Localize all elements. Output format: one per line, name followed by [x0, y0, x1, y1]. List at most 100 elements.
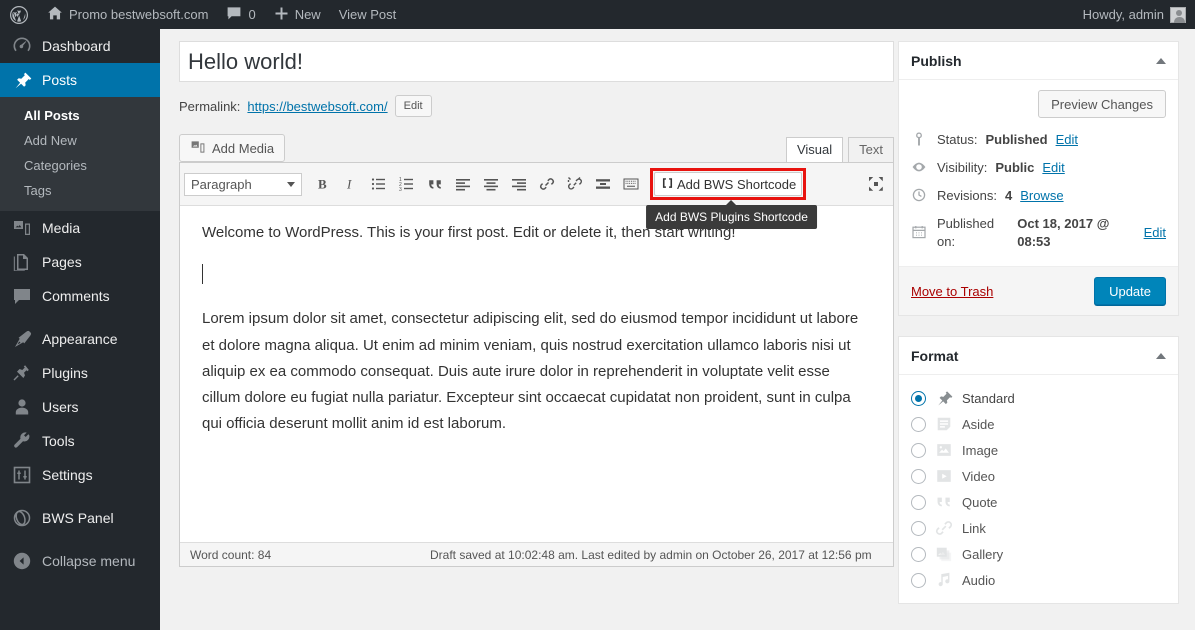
distraction-free-icon[interactable] — [863, 172, 889, 196]
italic-icon[interactable]: I — [338, 172, 364, 196]
sidebar-item-label: Tools — [42, 433, 75, 449]
radio-aside[interactable] — [911, 416, 926, 432]
publish-metabox-title: Publish — [911, 52, 962, 69]
sidebar-item-users[interactable]: Users — [0, 390, 160, 424]
publish-status-row: Status: Published Edit — [911, 126, 1166, 154]
sidebar-item-settings[interactable]: Settings — [0, 458, 160, 492]
format-label-image: Image — [962, 442, 999, 458]
sidebar-item-label: Media — [42, 220, 81, 236]
format-option-quote[interactable]: Quote — [911, 489, 1166, 515]
video-icon — [935, 467, 953, 485]
radio-image[interactable] — [911, 442, 926, 458]
radio-gallery[interactable] — [911, 546, 926, 562]
radio-audio[interactable] — [911, 572, 926, 588]
collapse-menu-label: Collapse menu — [42, 553, 136, 569]
comments-menu[interactable]: 0 — [217, 0, 264, 29]
paragraph-format-select[interactable]: Paragraph — [184, 172, 302, 196]
sidebar-item-all-posts[interactable]: All Posts — [0, 103, 160, 128]
sidebar-item-dashboard[interactable]: Dashboard — [0, 29, 160, 63]
format-option-gallery[interactable]: Gallery — [911, 541, 1166, 567]
edit-status-link[interactable]: Edit — [1056, 131, 1078, 149]
permalink-url-link[interactable]: https://bestwebsoft.com/ — [247, 99, 387, 114]
publish-metabox-body: Preview Changes Status: Published Edit V… — [899, 80, 1178, 266]
sidebar-item-pages[interactable]: Pages — [0, 245, 160, 279]
collapse-menu-button[interactable]: Collapse menu — [0, 544, 160, 578]
align-right-icon[interactable] — [506, 172, 532, 196]
radio-link[interactable] — [911, 520, 926, 536]
gallery-icon — [935, 545, 953, 563]
view-post-label: View Post — [338, 7, 397, 22]
edit-visibility-link[interactable]: Edit — [1042, 159, 1064, 177]
toolbar-toggle-icon[interactable] — [618, 172, 644, 196]
chevron-up-icon[interactable] — [1156, 352, 1166, 359]
site-name-menu[interactable]: Promo bestwebsoft.com — [38, 0, 217, 29]
insert-link-icon[interactable] — [534, 172, 560, 196]
read-more-icon[interactable] — [590, 172, 616, 196]
link-icon — [935, 519, 953, 537]
home-icon — [47, 5, 63, 24]
editor-mode-tabs: Visual Text — [781, 137, 894, 162]
add-media-icon — [190, 139, 206, 158]
sidebar-item-categories[interactable]: Categories — [0, 153, 160, 178]
comments-count: 0 — [248, 7, 256, 22]
publish-metabox-header: Publish — [899, 42, 1178, 80]
new-content-menu[interactable]: New — [265, 0, 330, 29]
eye-icon — [911, 159, 929, 177]
sidebar-item-label: Dashboard — [42, 38, 111, 54]
account-menu[interactable]: Howdy, admin — [1074, 0, 1195, 29]
sidebar-item-comments[interactable]: Comments — [0, 279, 160, 313]
sidebar-item-media[interactable]: Media — [0, 211, 160, 245]
user-avatar-icon — [1170, 6, 1186, 23]
add-bws-shortcode-button[interactable]: Add BWS Shortcode — [654, 172, 803, 196]
chevron-up-icon[interactable] — [1156, 57, 1166, 64]
chevron-down-icon — [287, 181, 295, 187]
numbered-list-icon[interactable]: 123 — [394, 172, 420, 196]
edit-publish-date-link[interactable]: Edit — [1144, 224, 1166, 242]
sidebar-item-tags[interactable]: Tags — [0, 178, 160, 203]
publish-status-label: Status: — [937, 132, 978, 147]
view-post-link[interactable]: View Post — [330, 0, 406, 29]
sidebar-item-add-new[interactable]: Add New — [0, 128, 160, 153]
sidebar-item-label: Comments — [42, 288, 110, 304]
post-content-editable[interactable]: Welcome to WordPress. This is your first… — [180, 206, 893, 542]
format-metabox-title: Format — [911, 347, 959, 364]
sliders-icon — [12, 465, 32, 485]
format-option-link[interactable]: Link — [911, 515, 1166, 541]
sidebar-item-label: Pages — [42, 254, 82, 270]
format-option-audio[interactable]: Audio — [911, 567, 1166, 593]
blockquote-icon[interactable] — [422, 172, 448, 196]
radio-standard[interactable] — [911, 390, 926, 406]
sidebar-item-posts[interactable]: Posts — [0, 63, 168, 97]
radio-video[interactable] — [911, 468, 926, 484]
sidebar-item-bws-panel[interactable]: BWS Panel — [0, 501, 160, 535]
sidebar-separator — [0, 313, 160, 322]
browse-revisions-link[interactable]: Browse — [1020, 187, 1063, 205]
post-title-input[interactable] — [179, 41, 894, 82]
align-left-icon[interactable] — [450, 172, 476, 196]
format-option-standard[interactable]: Standard — [911, 385, 1166, 411]
wordpress-logo-menu[interactable] — [0, 0, 38, 29]
format-option-aside[interactable]: Aside — [911, 411, 1166, 437]
preview-changes-button[interactable]: Preview Changes — [1038, 90, 1166, 118]
publish-revisions-value: 4 — [1004, 188, 1013, 203]
bulleted-list-icon[interactable] — [366, 172, 392, 196]
sidebar-item-plugins[interactable]: Plugins — [0, 356, 160, 390]
publish-revisions-label: Revisions: — [937, 188, 997, 203]
radio-quote[interactable] — [911, 494, 926, 510]
format-option-video[interactable]: Video — [911, 463, 1166, 489]
format-option-image[interactable]: Image — [911, 437, 1166, 463]
add-bws-shortcode-label: Add BWS Shortcode — [677, 176, 797, 192]
align-center-icon[interactable] — [478, 172, 504, 196]
edit-permalink-button[interactable]: Edit — [394, 95, 432, 117]
remove-link-icon[interactable] — [562, 172, 588, 196]
sidebar-item-appearance[interactable]: Appearance — [0, 322, 160, 356]
sidebar-item-tools[interactable]: Tools — [0, 424, 160, 458]
move-to-trash-link[interactable]: Move to Trash — [911, 284, 993, 299]
add-media-button[interactable]: Add Media — [179, 134, 286, 162]
sidebar-item-label: Users — [42, 399, 79, 415]
update-button[interactable]: Update — [1094, 277, 1166, 305]
tab-text[interactable]: Text — [848, 137, 894, 162]
tab-visual[interactable]: Visual — [785, 137, 844, 162]
bold-icon[interactable]: B — [310, 172, 336, 196]
preview-row: Preview Changes — [911, 90, 1166, 118]
